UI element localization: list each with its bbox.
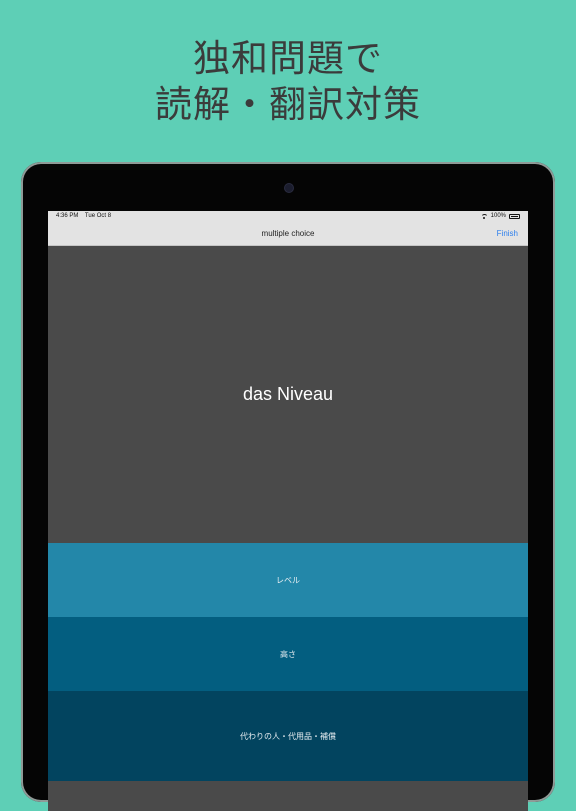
battery-percent: 100% (490, 213, 506, 219)
choice-label-1: レベル (276, 575, 300, 585)
choice-button-1[interactable]: レベル (48, 543, 528, 617)
question-card: das Niveau (48, 246, 528, 543)
wifi-icon (480, 213, 488, 219)
app-screen: 4:36 PM Tue Oct 8 100% multiple choice F… (48, 211, 528, 811)
camera-icon (285, 184, 293, 192)
promo-headline: 独和問題で 読解・翻訳対策 (0, 36, 576, 128)
status-left: 4:36 PM Tue Oct 8 (56, 213, 116, 219)
choice-label-2: 高さ (280, 649, 296, 659)
status-bar: 4:36 PM Tue Oct 8 100% (48, 211, 528, 223)
headline-line-2: 読解・翻訳対策 (155, 83, 421, 126)
status-date: Tue Oct 8 (84, 213, 112, 219)
status-right: 100% (480, 213, 520, 219)
nav-title: multiple choice (261, 229, 315, 238)
navigation-bar: multiple choice Finish (48, 223, 528, 246)
headline-line-1: 独和問題で (193, 37, 383, 80)
finish-button[interactable]: Finish (497, 229, 518, 238)
status-time: 4:36 PM (56, 213, 79, 219)
battery-icon (509, 213, 520, 219)
choice-button-2[interactable]: 高さ (48, 617, 528, 691)
choice-label-3: 代わりの人・代用品・補償 (240, 731, 336, 741)
tablet-device: 4:36 PM Tue Oct 8 100% multiple choice F… (21, 162, 555, 811)
question-word: das Niveau (242, 384, 334, 404)
